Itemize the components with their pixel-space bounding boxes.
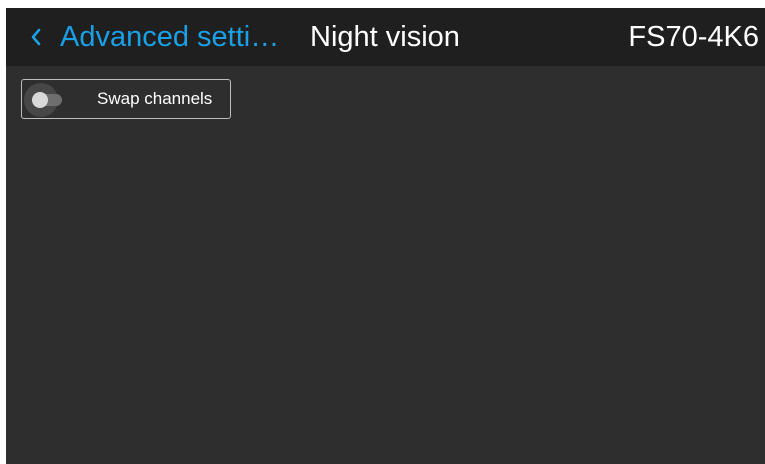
- swap-channels-toggle[interactable]: [24, 83, 62, 117]
- toggle-thumb: [32, 92, 48, 108]
- swap-channels-setting[interactable]: Swap channels: [21, 79, 231, 119]
- device-name: FS70-4K6: [628, 21, 759, 53]
- back-label: Advanced setti…: [60, 20, 280, 53]
- back-button[interactable]: Advanced setti…: [24, 8, 279, 66]
- header-bar: Advanced setti… Night vision FS70-4K6: [6, 8, 765, 66]
- page-title: Night vision: [310, 21, 460, 53]
- swap-channels-label: Swap channels: [97, 89, 213, 108]
- chevron-left-icon: [24, 25, 48, 49]
- device-screen: Advanced setti… Night vision FS70-4K6 Sw…: [6, 8, 765, 464]
